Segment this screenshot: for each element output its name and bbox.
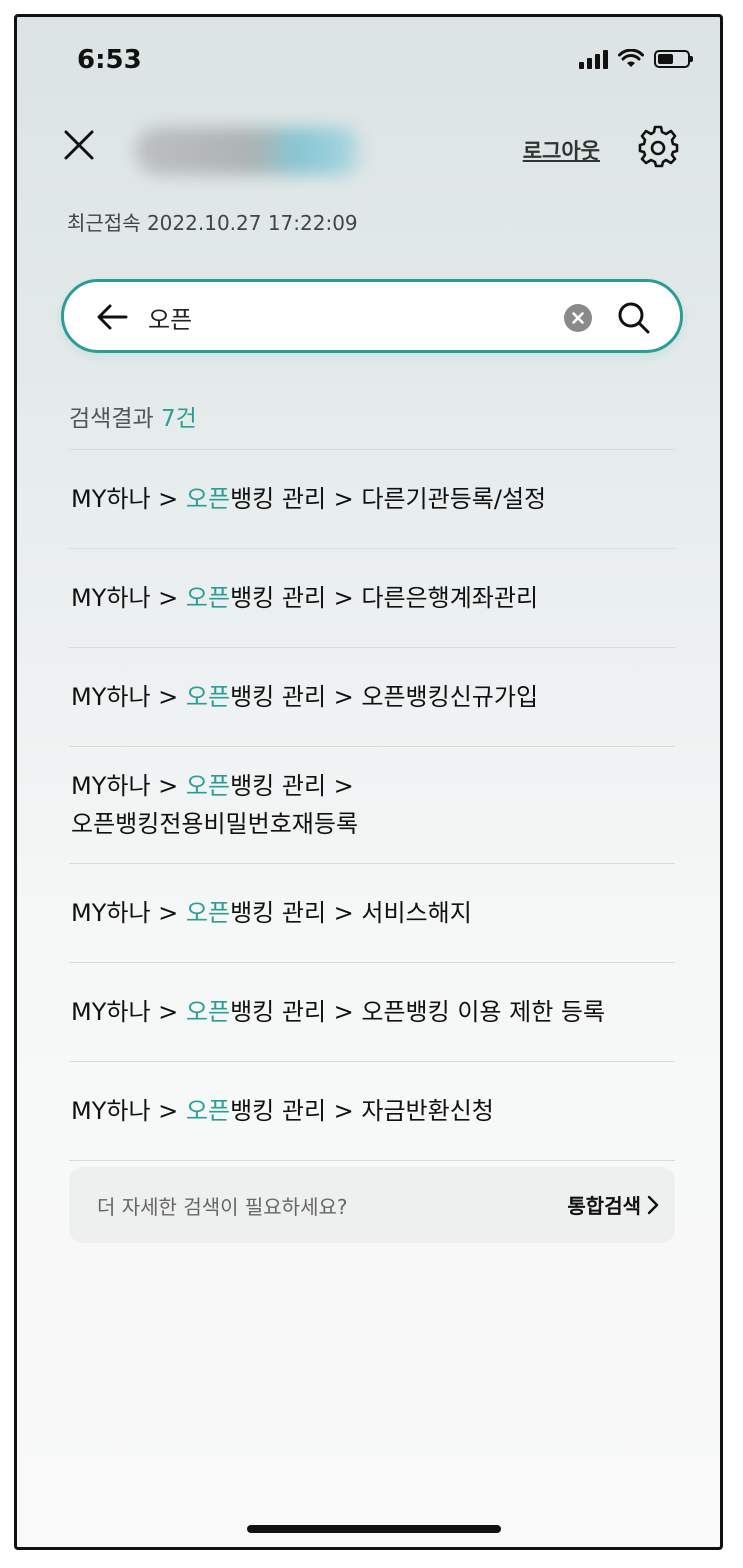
item-path-prefix: MY하나 > bbox=[71, 772, 186, 800]
battery-icon bbox=[654, 50, 693, 68]
list-item[interactable]: MY하나 > 오픈뱅킹 관리 > 서비스해지 bbox=[69, 863, 675, 962]
item-path-rest: 뱅킹 관리 > bbox=[230, 772, 354, 800]
search-icon[interactable] bbox=[616, 300, 652, 336]
item-path-prefix: MY하나 > bbox=[71, 485, 186, 513]
status-icons bbox=[579, 49, 693, 69]
search-input[interactable] bbox=[146, 296, 540, 338]
integrated-search-link[interactable]: 통합검색 bbox=[567, 1190, 641, 1219]
item-path-prefix: MY하나 > bbox=[71, 998, 186, 1026]
item-path-prefix: MY하나 > bbox=[71, 899, 186, 927]
back-arrow-icon[interactable] bbox=[96, 302, 128, 332]
search-bar bbox=[61, 279, 683, 353]
home-indicator bbox=[247, 1525, 501, 1533]
result-count-label: 검색결과 bbox=[69, 406, 154, 432]
item-path-prefix: MY하나 > bbox=[71, 1097, 186, 1125]
gear-icon[interactable] bbox=[636, 125, 680, 169]
item-path-rest-line2: 오픈뱅킹전용비밀번호재등록 bbox=[71, 810, 359, 838]
item-highlight: 오픈 bbox=[185, 683, 231, 711]
last-login-text: 최근접속 2022.10.27 17:22:09 bbox=[67, 211, 358, 235]
user-name-blurred bbox=[135, 127, 367, 175]
item-path-rest: 뱅킹 관리 > 다른기관등록/설정 bbox=[230, 485, 547, 513]
list-item[interactable]: MY하나 > 오픈뱅킹 관리 > 다른기관등록/설정 bbox=[69, 449, 675, 548]
status-time: 6:53 bbox=[77, 45, 142, 75]
item-highlight: 오픈 bbox=[185, 485, 231, 513]
item-path-prefix: MY하나 > bbox=[71, 584, 186, 612]
list-item[interactable]: MY하나 > 오픈뱅킹 관리 > 오픈뱅킹신규가입 bbox=[69, 647, 675, 746]
item-path-prefix: MY하나 > bbox=[71, 683, 186, 711]
result-count: 검색결과 7건 bbox=[69, 399, 197, 433]
chevron-right-icon bbox=[647, 1195, 659, 1215]
wifi-icon bbox=[618, 49, 644, 67]
list-item[interactable]: MY하나 > 오픈뱅킹 관리 > 오픈뱅킹 이용 제한 등록 bbox=[69, 962, 675, 1061]
list-item[interactable]: MY하나 > 오픈뱅킹 관리 > 오픈뱅킹전용비밀번호재등록 bbox=[69, 746, 675, 863]
clear-icon[interactable] bbox=[564, 304, 592, 332]
result-count-number: 7건 bbox=[160, 406, 197, 432]
item-path-rest: 뱅킹 관리 > 서비스해지 bbox=[230, 899, 472, 927]
item-highlight: 오픈 bbox=[185, 1097, 231, 1125]
item-path-rest: 뱅킹 관리 > 오픈뱅킹 이용 제한 등록 bbox=[230, 998, 606, 1026]
item-path-rest: 뱅킹 관리 > 오픈뱅킹신규가입 bbox=[230, 683, 539, 711]
item-highlight: 오픈 bbox=[185, 772, 231, 800]
list-item[interactable]: MY하나 > 오픈뱅킹 관리 > 자금반환신청 bbox=[69, 1061, 675, 1161]
phone-screen: 6:53 로그아웃 최근접속 2022.10.27 17:22:09 오픈 검색… bbox=[14, 14, 723, 1550]
integrated-search-banner[interactable]: 더 자세한 검색이 필요하세요? 통합검색 bbox=[69, 1167, 675, 1243]
list-item[interactable]: MY하나 > 오픈뱅킹 관리 > 다른은행계좌관리 bbox=[69, 548, 675, 647]
logout-button[interactable]: 로그아웃 bbox=[523, 135, 600, 165]
more-search-prompt: 더 자세한 검색이 필요하세요? bbox=[97, 1195, 348, 1219]
item-highlight: 오픈 bbox=[185, 998, 231, 1026]
item-path-rest: 뱅킹 관리 > 다른은행계좌관리 bbox=[230, 584, 539, 612]
result-list: MY하나 > 오픈뱅킹 관리 > 다른기관등록/설정 MY하나 > 오픈뱅킹 관… bbox=[69, 449, 675, 1161]
cellular-signal-icon bbox=[579, 49, 608, 69]
item-highlight: 오픈 bbox=[185, 584, 231, 612]
item-highlight: 오픈 bbox=[185, 899, 231, 927]
item-path-rest: 뱅킹 관리 > 자금반환신청 bbox=[230, 1097, 494, 1125]
close-icon[interactable] bbox=[61, 127, 97, 163]
